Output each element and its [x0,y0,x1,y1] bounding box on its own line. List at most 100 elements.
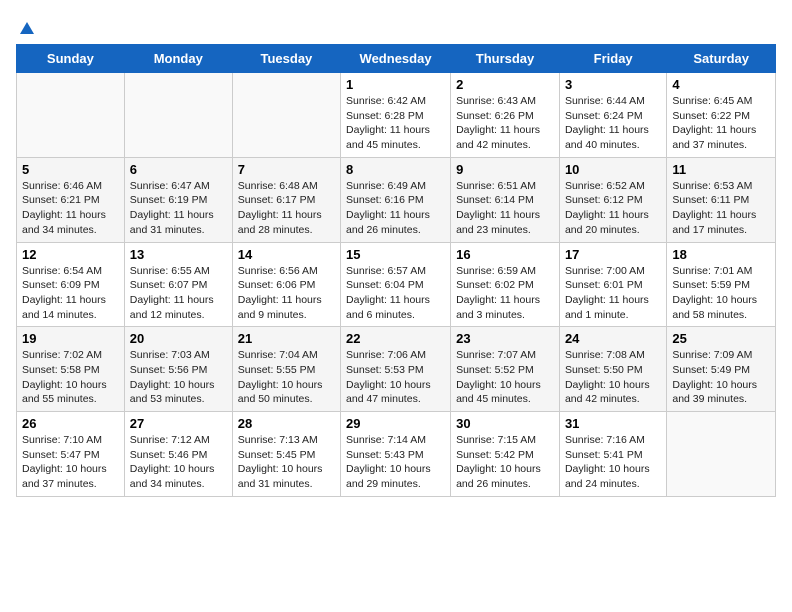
calendar-cell: 20 Sunrise: 7:03 AMSunset: 5:56 PMDayligh… [124,327,232,412]
calendar-cell: 13Sunrise: 6:55 AMSunset: 6:07 PMDayligh… [124,242,232,327]
calendar-cell [667,412,776,497]
calendar-cell: 8 Sunrise: 6:49 AMSunset: 6:16 PMDaylight… [341,157,451,242]
calendar-cell: 22 Sunrise: 7:06 AMSunset: 5:53 PMDayligh… [341,327,451,412]
logo-icon [18,20,36,38]
day-number: 20 [130,331,227,346]
day-info: Sunrise: 7:08 AMSunset: 5:50 PMDaylight:… [565,348,661,407]
day-number: 17 [565,247,661,262]
calendar-cell: 5 Sunrise: 6:46 AMSunset: 6:21 PMDaylight… [17,157,125,242]
day-info: Sunrise: 7:10 AMSunset: 5:47 PMDaylight:… [22,433,119,492]
calendar-cell: 21 Sunrise: 7:04 AMSunset: 5:55 PMDayligh… [232,327,340,412]
day-number: 18 [672,247,770,262]
calendar-cell: 1 Sunrise: 6:42 AMSunset: 6:28 PMDaylight… [341,73,451,158]
day-info: Sunrise: 6:44 AMSunset: 6:24 PMDaylight:… [565,94,661,153]
day-info: Sunrise: 7:00 AMSunset: 6:01 PMDaylight:… [565,264,661,323]
calendar-cell: 3 Sunrise: 6:44 AMSunset: 6:24 PMDaylight… [559,73,666,158]
calendar-cell: 17 Sunrise: 7:00 AMSunset: 6:01 PMDayligh… [559,242,666,327]
day-info: Sunrise: 7:03 AMSunset: 5:56 PMDaylight:… [130,348,227,407]
day-number: 8 [346,162,445,177]
calendar-cell: 31 Sunrise: 7:16 AMSunset: 5:41 PMDayligh… [559,412,666,497]
day-header-thursday: Thursday [451,45,560,73]
day-number: 27 [130,416,227,431]
logo [16,20,36,36]
calendar-cell: 24 Sunrise: 7:08 AMSunset: 5:50 PMDayligh… [559,327,666,412]
day-info: Sunrise: 6:53 AMSunset: 6:11 PMDaylight:… [672,179,770,238]
day-info: Sunrise: 7:14 AMSunset: 5:43 PMDaylight:… [346,433,445,492]
day-info: Sunrise: 7:04 AMSunset: 5:55 PMDaylight:… [238,348,335,407]
page-header [16,16,776,36]
calendar-cell: 19Sunrise: 7:02 AMSunset: 5:58 PMDayligh… [17,327,125,412]
day-number: 2 [456,77,554,92]
day-number: 31 [565,416,661,431]
day-info: Sunrise: 6:48 AMSunset: 6:17 PMDaylight:… [238,179,335,238]
day-header-wednesday: Wednesday [341,45,451,73]
calendar-cell: 18 Sunrise: 7:01 AMSunset: 5:59 PMDayligh… [667,242,776,327]
calendar-cell: 30 Sunrise: 7:15 AMSunset: 5:42 PMDayligh… [451,412,560,497]
day-info: Sunrise: 6:46 AMSunset: 6:21 PMDaylight:… [22,179,119,238]
day-number: 1 [346,77,445,92]
day-number: 5 [22,162,119,177]
day-info: Sunrise: 6:56 AMSunset: 6:06 PMDaylight:… [238,264,335,323]
calendar-cell: 15 Sunrise: 6:57 AMSunset: 6:04 PMDayligh… [341,242,451,327]
day-number: 28 [238,416,335,431]
day-info: Sunrise: 7:06 AMSunset: 5:53 PMDaylight:… [346,348,445,407]
calendar-cell [124,73,232,158]
day-info: Sunrise: 7:07 AMSunset: 5:52 PMDaylight:… [456,348,554,407]
day-info: Sunrise: 6:49 AMSunset: 6:16 PMDaylight:… [346,179,445,238]
calendar-cell: 14 Sunrise: 6:56 AMSunset: 6:06 PMDayligh… [232,242,340,327]
calendar-cell: 16 Sunrise: 6:59 AMSunset: 6:02 PMDayligh… [451,242,560,327]
day-number: 25 [672,331,770,346]
calendar-cell: 10 Sunrise: 6:52 AMSunset: 6:12 PMDayligh… [559,157,666,242]
day-info: Sunrise: 7:09 AMSunset: 5:49 PMDaylight:… [672,348,770,407]
day-number: 26 [22,416,119,431]
day-number: 21 [238,331,335,346]
calendar-cell: 6 Sunrise: 6:47 AMSunset: 6:19 PMDaylight… [124,157,232,242]
day-info: Sunrise: 6:57 AMSunset: 6:04 PMDaylight:… [346,264,445,323]
day-info: Sunrise: 6:59 AMSunset: 6:02 PMDaylight:… [456,264,554,323]
day-number: 9 [456,162,554,177]
day-number: 10 [565,162,661,177]
day-number: 24 [565,331,661,346]
day-number: 15 [346,247,445,262]
calendar-cell: 12 Sunrise: 6:54 AMSunset: 6:09 PMDayligh… [17,242,125,327]
calendar-table: SundayMondayTuesdayWednesdayThursdayFrid… [16,44,776,497]
calendar-cell: 26 Sunrise: 7:10 AMSunset: 5:47 PMDayligh… [17,412,125,497]
day-info: Sunrise: 7:16 AMSunset: 5:41 PMDaylight:… [565,433,661,492]
day-number: 4 [672,77,770,92]
calendar-cell: 2 Sunrise: 6:43 AMSunset: 6:26 PMDaylight… [451,73,560,158]
day-info: Sunrise: 6:54 AMSunset: 6:09 PMDaylight:… [22,264,119,323]
day-number: 22 [346,331,445,346]
day-info: Sunrise: 7:01 AMSunset: 5:59 PMDaylight:… [672,264,770,323]
day-info: Sunrise: 6:45 AMSunset: 6:22 PMDaylight:… [672,94,770,153]
day-number: 30 [456,416,554,431]
calendar-cell: 11Sunrise: 6:53 AMSunset: 6:11 PMDayligh… [667,157,776,242]
day-number: 16 [456,247,554,262]
day-info: Sunrise: 6:51 AMSunset: 6:14 PMDaylight:… [456,179,554,238]
day-number: 6 [130,162,227,177]
day-header-monday: Monday [124,45,232,73]
day-info: Sunrise: 7:15 AMSunset: 5:42 PMDaylight:… [456,433,554,492]
calendar-cell: 27 Sunrise: 7:12 AMSunset: 5:46 PMDayligh… [124,412,232,497]
calendar-cell: 23Sunrise: 7:07 AMSunset: 5:52 PMDayligh… [451,327,560,412]
day-number: 3 [565,77,661,92]
calendar-cell: 28Sunrise: 7:13 AMSunset: 5:45 PMDayligh… [232,412,340,497]
day-info: Sunrise: 6:47 AMSunset: 6:19 PMDaylight:… [130,179,227,238]
calendar-cell: 9 Sunrise: 6:51 AMSunset: 6:14 PMDaylight… [451,157,560,242]
day-header-sunday: Sunday [17,45,125,73]
day-number: 29 [346,416,445,431]
day-number: 12 [22,247,119,262]
calendar-cell: 7 Sunrise: 6:48 AMSunset: 6:17 PMDaylight… [232,157,340,242]
day-number: 7 [238,162,335,177]
day-info: Sunrise: 7:12 AMSunset: 5:46 PMDaylight:… [130,433,227,492]
calendar-cell [232,73,340,158]
calendar-cell: 4 Sunrise: 6:45 AMSunset: 6:22 PMDaylight… [667,73,776,158]
calendar-cell: 25 Sunrise: 7:09 AMSunset: 5:49 PMDayligh… [667,327,776,412]
day-info: Sunrise: 6:55 AMSunset: 6:07 PMDaylight:… [130,264,227,323]
calendar-cell: 29 Sunrise: 7:14 AMSunset: 5:43 PMDayligh… [341,412,451,497]
day-header-friday: Friday [559,45,666,73]
day-info: Sunrise: 6:42 AMSunset: 6:28 PMDaylight:… [346,94,445,153]
day-info: Sunrise: 6:52 AMSunset: 6:12 PMDaylight:… [565,179,661,238]
day-number: 14 [238,247,335,262]
day-number: 19 [22,331,119,346]
day-info: Sunrise: 6:43 AMSunset: 6:26 PMDaylight:… [456,94,554,153]
